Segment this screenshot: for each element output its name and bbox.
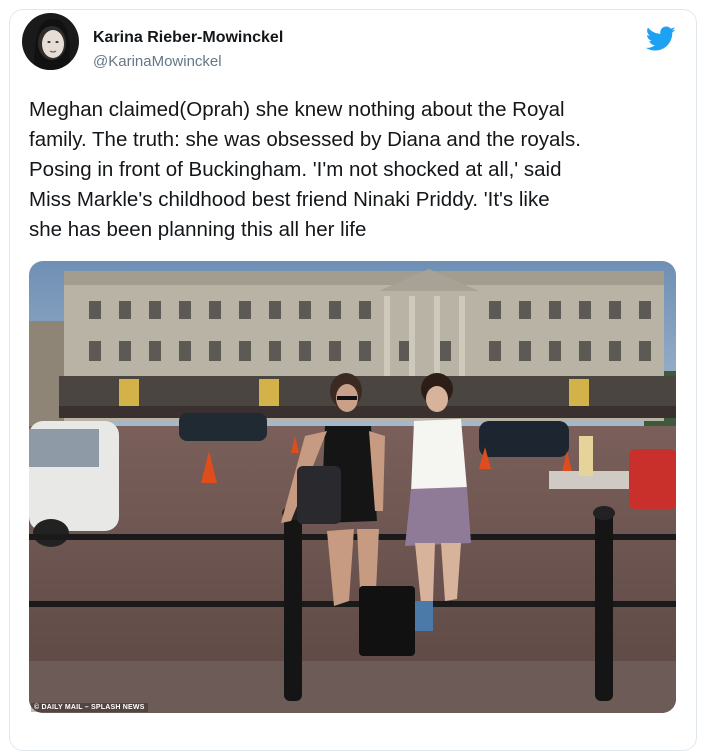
avatar-image [22,13,79,70]
tweet-text-line: family. The truth: she was obsessed by D… [29,128,581,151]
twitter-bird-icon[interactable] [645,26,676,52]
tweet-text: Meghan claimed(Oprah) she knew nothing a… [29,95,679,245]
media-credit: © DAILY MAIL – SPLASH NEWS [31,703,148,712]
avatar[interactable] [22,13,79,70]
tweet-text-line: Miss Markle's childhood best friend Nina… [29,188,550,211]
author-handle[interactable]: @KarinaMowinckel [93,53,222,70]
tweet-text-line: Meghan claimed(Oprah) she knew nothing a… [29,98,565,121]
tweet-text-line: she has been planning this all her life [29,218,367,241]
palace-photo-image [29,261,676,713]
tweet-photo[interactable] [29,261,676,713]
author-name[interactable]: Karina Rieber-Mowinckel [93,29,283,47]
tweet-text-line: Posing in front of Buckingham. 'I'm not … [29,158,562,181]
